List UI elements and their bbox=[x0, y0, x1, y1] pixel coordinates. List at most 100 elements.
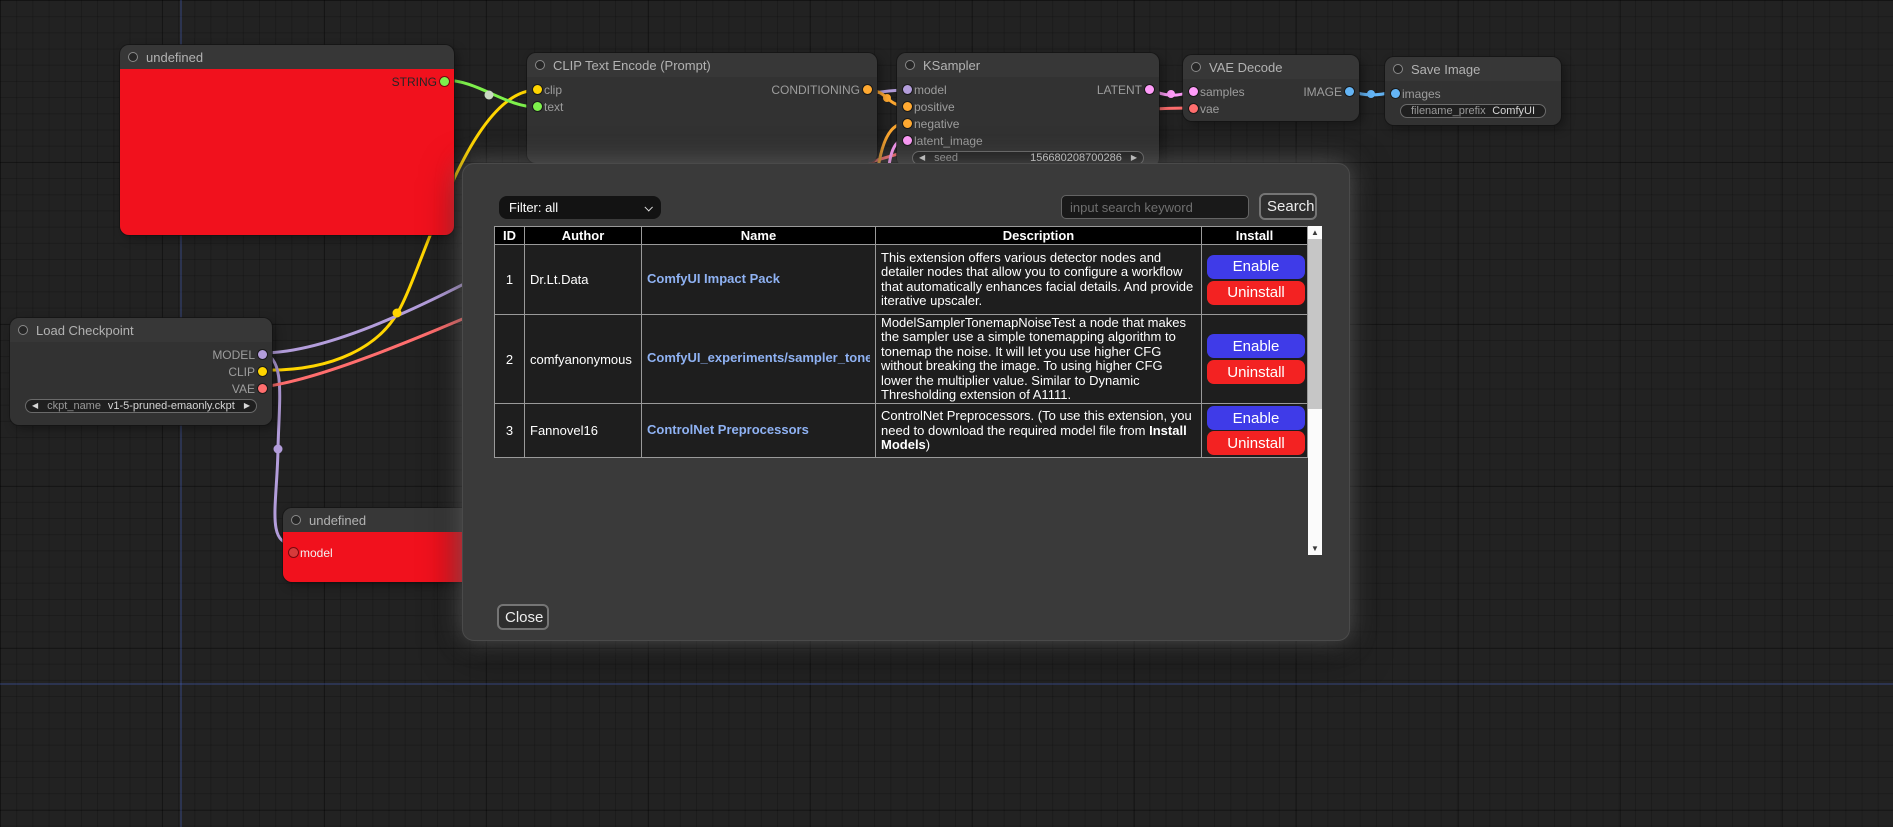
input-slot-label: vae bbox=[1200, 102, 1219, 116]
input-slot-model[interactable] bbox=[289, 548, 298, 557]
node-ksampler[interactable]: KSampler model LATENT positive negative … bbox=[897, 53, 1159, 167]
extension-manager-dialog: Filter: all Search ID Author Name Descri… bbox=[462, 163, 1350, 641]
output-slot-label: CLIP bbox=[228, 365, 255, 379]
enable-button[interactable]: Enable bbox=[1207, 406, 1305, 430]
uninstall-button[interactable]: Uninstall bbox=[1207, 360, 1305, 384]
widget-value: v1-5-pruned-emaonly.ckpt bbox=[108, 400, 235, 412]
extension-table: ID Author Name Description Install 1 Dr.… bbox=[494, 226, 1308, 458]
output-slot-conditioning[interactable] bbox=[863, 85, 872, 94]
extension-link[interactable]: ComfyUI Impact Pack bbox=[647, 271, 780, 286]
input-slot-vae[interactable] bbox=[1189, 104, 1198, 113]
output-slot-image[interactable] bbox=[1345, 87, 1354, 96]
extension-author: Fannovel16 bbox=[525, 404, 642, 458]
output-slot-label: CONDITIONING bbox=[771, 83, 860, 97]
extension-link[interactable]: ComfyUI_experiments/sampler_tonemap bbox=[647, 350, 870, 365]
node-title: KSampler bbox=[923, 58, 980, 73]
scroll-up-icon[interactable]: ▲ bbox=[1308, 226, 1322, 239]
close-button[interactable]: Close bbox=[497, 604, 549, 630]
extension-link[interactable]: ControlNet Preprocessors bbox=[647, 422, 809, 437]
table-header-row: ID Author Name Description Install bbox=[495, 227, 1308, 245]
node-collapse-icon[interactable] bbox=[1191, 62, 1201, 72]
node-title: Save Image bbox=[1411, 62, 1480, 77]
output-slot-string[interactable] bbox=[440, 77, 449, 86]
extension-id: 2 bbox=[495, 315, 525, 404]
dropdown-caret-icon bbox=[644, 203, 652, 211]
input-slot-positive[interactable] bbox=[903, 102, 912, 111]
input-slot-label: positive bbox=[914, 100, 955, 114]
search-button[interactable]: Search bbox=[1259, 193, 1317, 220]
ckpt-name-widget[interactable]: ◀ ckpt_name v1-5-pruned-emaonly.ckpt ▶ bbox=[25, 399, 257, 413]
extension-author: Dr.Lt.Data bbox=[525, 245, 642, 315]
node-collapse-icon[interactable] bbox=[1393, 64, 1403, 74]
input-slot-latent-image[interactable] bbox=[903, 136, 912, 145]
input-slot-text[interactable] bbox=[533, 102, 542, 111]
output-slot-label: VAE bbox=[232, 382, 255, 396]
output-slot-vae[interactable] bbox=[258, 384, 267, 393]
node-collapse-icon[interactable] bbox=[905, 60, 915, 70]
node-header: VAE Decode bbox=[1183, 55, 1359, 79]
node-collapse-icon[interactable] bbox=[535, 60, 545, 70]
node-title: CLIP Text Encode (Prompt) bbox=[553, 58, 711, 73]
extension-description: ControlNet Preprocessors. (To use this e… bbox=[876, 404, 1202, 458]
node-load-checkpoint[interactable]: Load Checkpoint MODEL CLIP VAE ◀ ckpt_na… bbox=[10, 318, 272, 425]
column-header-author: Author bbox=[525, 227, 642, 245]
column-header-description: Description bbox=[876, 227, 1202, 245]
input-slot-model[interactable] bbox=[903, 85, 912, 94]
scrollbar-thumb[interactable] bbox=[1308, 239, 1322, 409]
input-slot-clip[interactable] bbox=[533, 85, 542, 94]
output-slot-clip[interactable] bbox=[258, 367, 267, 376]
enable-button[interactable]: Enable bbox=[1207, 255, 1305, 279]
input-slot-negative[interactable] bbox=[903, 119, 912, 128]
canvas-origin-horizontal-line bbox=[0, 683, 1893, 685]
wire-midpoint-dot bbox=[274, 445, 283, 454]
extension-description: ModelSamplerTonemapNoiseTest a node that… bbox=[876, 315, 1202, 404]
extension-id: 1 bbox=[495, 245, 525, 315]
output-slot-latent[interactable] bbox=[1145, 85, 1154, 94]
node-undefined-top[interactable]: undefined STRING bbox=[120, 45, 454, 235]
search-input[interactable] bbox=[1061, 195, 1249, 219]
wire-midpoint-dot bbox=[1367, 90, 1375, 98]
input-slot-images[interactable] bbox=[1391, 89, 1400, 98]
filter-dropdown[interactable]: Filter: all bbox=[499, 196, 661, 219]
node-header: Load Checkpoint bbox=[10, 318, 272, 342]
node-collapse-icon[interactable] bbox=[18, 325, 28, 335]
input-slot-label: samples bbox=[1200, 85, 1245, 99]
filename-prefix-widget[interactable]: filename_prefix ComfyUI bbox=[1400, 104, 1546, 118]
widget-label: filename_prefix bbox=[1411, 105, 1486, 117]
table-row: 3 Fannovel16 ControlNet Preprocessors Co… bbox=[495, 404, 1308, 458]
input-slot-label: latent_image bbox=[914, 134, 983, 148]
node-undefined-bottom[interactable]: undefined model bbox=[283, 508, 483, 582]
node-header: undefined bbox=[120, 45, 454, 69]
node-header: undefined bbox=[283, 508, 483, 532]
increment-arrow-icon[interactable]: ▶ bbox=[1131, 154, 1137, 162]
column-header-install: Install bbox=[1202, 227, 1308, 245]
input-slot-label: negative bbox=[914, 117, 959, 131]
extension-author: comfyanonymous bbox=[525, 315, 642, 404]
input-slot-samples[interactable] bbox=[1189, 87, 1198, 96]
node-header: CLIP Text Encode (Prompt) bbox=[527, 53, 877, 77]
scroll-down-icon[interactable]: ▼ bbox=[1308, 542, 1322, 555]
uninstall-button[interactable]: Uninstall bbox=[1207, 281, 1305, 305]
increment-arrow-icon[interactable]: ▶ bbox=[244, 402, 250, 410]
decrement-arrow-icon[interactable]: ◀ bbox=[32, 402, 38, 410]
wire-midpoint-dot bbox=[1167, 90, 1175, 98]
table-row: 1 Dr.Lt.Data ComfyUI Impact Pack This ex… bbox=[495, 245, 1308, 315]
node-title: VAE Decode bbox=[1209, 60, 1282, 75]
node-header: Save Image bbox=[1385, 57, 1561, 81]
table-scrollbar[interactable]: ▲ ▼ bbox=[1308, 226, 1322, 555]
wire-midpoint-dot bbox=[485, 91, 494, 100]
node-collapse-icon[interactable] bbox=[128, 52, 138, 62]
output-slot-label: MODEL bbox=[212, 348, 255, 362]
node-clip-text-encode[interactable]: CLIP Text Encode (Prompt) clip CONDITION… bbox=[527, 53, 877, 163]
uninstall-button[interactable]: Uninstall bbox=[1207, 431, 1305, 455]
filter-dropdown-label: Filter: all bbox=[509, 200, 558, 215]
node-save-image[interactable]: Save Image images filename_prefix ComfyU… bbox=[1385, 57, 1561, 125]
node-vae-decode[interactable]: VAE Decode samples IMAGE vae bbox=[1183, 55, 1359, 121]
enable-button[interactable]: Enable bbox=[1207, 334, 1305, 358]
node-header: KSampler bbox=[897, 53, 1159, 77]
node-collapse-icon[interactable] bbox=[291, 515, 301, 525]
decrement-arrow-icon[interactable]: ◀ bbox=[919, 154, 925, 162]
widget-label: ckpt_name bbox=[47, 400, 101, 412]
output-slot-model[interactable] bbox=[258, 350, 267, 359]
output-slot-label: LATENT bbox=[1097, 83, 1142, 97]
